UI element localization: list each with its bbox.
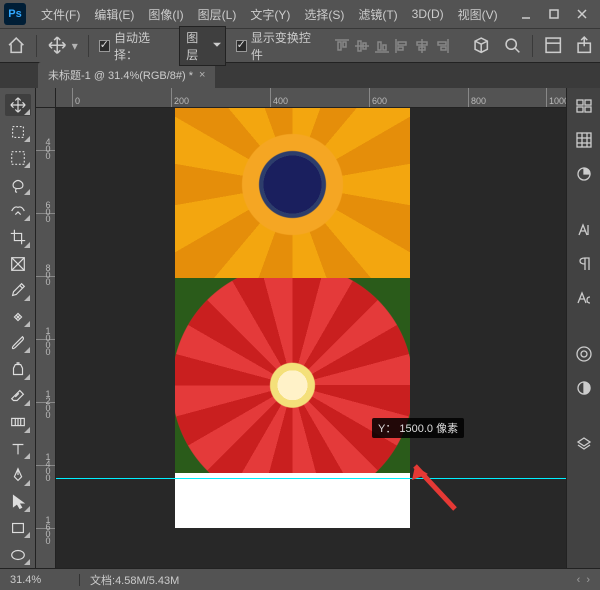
menu-3d[interactable]: 3D(D) (405, 7, 451, 21)
menu-image[interactable]: 图像(I) (141, 6, 190, 23)
share-icon[interactable] (574, 35, 594, 57)
canvas[interactable] (175, 108, 410, 528)
menu-edit[interactable]: 编辑(E) (87, 6, 141, 23)
menu-layer[interactable]: 图层(L) (191, 6, 244, 23)
align-right-icon[interactable] (433, 37, 451, 55)
layers-panel-icon[interactable] (574, 434, 594, 454)
type-tool[interactable] (5, 438, 31, 460)
crop-tool[interactable] (5, 226, 31, 248)
align-vcenter-icon[interactable] (353, 37, 371, 55)
frame-tool[interactable] (5, 253, 31, 275)
divider (36, 35, 37, 57)
document-tab-title: 未标题-1 @ 31.4%(RGB/8#) * (48, 67, 193, 83)
paragraph-panel-icon[interactable] (574, 254, 594, 274)
align-top-icon[interactable] (333, 37, 351, 55)
marquee-tool[interactable] (5, 147, 31, 169)
libraries-panel-icon[interactable] (574, 344, 594, 364)
align-hcenter-icon[interactable] (413, 37, 431, 55)
align-bottom-icon[interactable] (373, 37, 391, 55)
workspace-icon[interactable] (543, 35, 563, 57)
search-icon[interactable] (502, 35, 522, 57)
lasso-tool[interactable] (5, 173, 31, 195)
quick-select-tool[interactable] (5, 200, 31, 222)
clone-tool[interactable] (5, 358, 31, 380)
window-maximize[interactable] (542, 4, 566, 24)
align-left-icon[interactable] (393, 37, 411, 55)
ellipse-tool[interactable] (5, 543, 31, 565)
toolbox (0, 88, 36, 568)
move-tool-icon[interactable] (47, 35, 67, 57)
show-transform-checkbox[interactable]: 显示变换控件 (236, 29, 318, 63)
status-bar: 31.4% 文档:4.58M/5.43M ‹ › (0, 568, 600, 590)
eraser-tool[interactable] (5, 385, 31, 407)
main-area: 400 600 800 1000 1200 1400 1600 0 200 40… (0, 88, 600, 568)
layer-type-dropdown[interactable]: 图层 (179, 26, 225, 66)
document-tab[interactable]: 未标题-1 @ 31.4%(RGB/8#) * × (38, 62, 215, 88)
doc-info-label: 文档: (90, 575, 115, 587)
window-close[interactable] (570, 4, 594, 24)
zoom-level[interactable]: 31.4% (0, 574, 80, 586)
close-icon[interactable]: × (199, 69, 205, 81)
glyphs-panel-icon[interactable] (574, 288, 594, 308)
3d-mode-icon[interactable] (471, 35, 491, 57)
divider (532, 35, 533, 57)
path-select-tool[interactable] (5, 491, 31, 513)
ruler-corner (36, 88, 56, 108)
rectangle-tool[interactable] (5, 517, 31, 539)
image-layer-2 (175, 278, 410, 473)
move-tool-chevron-icon[interactable]: ▾ (72, 39, 78, 53)
chevron-left-icon[interactable]: ‹ (577, 574, 581, 586)
menu-view[interactable]: 视图(V) (451, 6, 505, 23)
character-panel-icon[interactable] (574, 220, 594, 240)
menubar: Ps 文件(F) 编辑(E) 图像(I) 图层(L) 文字(Y) 选择(S) 滤… (0, 0, 600, 28)
image-layer-1 (175, 108, 410, 278)
canvas-viewport[interactable]: Y： 1500.0 像素 (56, 108, 566, 568)
history-panel-icon[interactable] (574, 96, 594, 116)
adjustments-panel-icon[interactable] (574, 378, 594, 398)
menu-filter[interactable]: 滤镜(T) (351, 6, 404, 23)
guide-line[interactable] (56, 478, 566, 479)
vertical-ruler[interactable]: 400 600 800 1000 1200 1400 1600 (36, 108, 56, 568)
pen-tool[interactable] (5, 464, 31, 486)
move-tool[interactable] (5, 94, 31, 116)
options-bar: ▾ 自动选择： 图层 显示变换控件 (0, 28, 600, 62)
swatches-panel-icon[interactable] (574, 164, 594, 184)
document-info[interactable]: 文档:4.58M/5.43M (80, 572, 189, 588)
chevron-right-icon[interactable]: › (586, 574, 590, 586)
eyedropper-tool[interactable] (5, 279, 31, 301)
divider (88, 35, 89, 57)
home-icon[interactable] (6, 35, 26, 57)
horizontal-ruler[interactable]: 0 200 400 600 800 1000 (56, 88, 566, 108)
auto-select-checkbox[interactable]: 自动选择： (99, 29, 170, 63)
show-transform-label: 显示变换控件 (251, 29, 318, 63)
checkbox-icon (99, 40, 110, 52)
properties-panel-icon[interactable] (574, 130, 594, 150)
healing-tool[interactable] (5, 306, 31, 328)
doc-info-value: 4.58M/5.43M (115, 575, 179, 587)
auto-select-label: 自动选择： (114, 29, 169, 63)
menu-type[interactable]: 文字(Y) (243, 6, 297, 23)
gradient-tool[interactable] (5, 411, 31, 433)
menu-select[interactable]: 选择(S) (297, 6, 351, 23)
coordinate-tooltip: Y： 1500.0 像素 (372, 418, 464, 438)
brush-tool[interactable] (5, 332, 31, 354)
panel-dock (566, 88, 600, 568)
checkbox-icon (236, 40, 247, 52)
menu-file[interactable]: 文件(F) (34, 6, 87, 23)
align-group (333, 37, 451, 55)
app-logo: Ps (4, 3, 26, 25)
artboard-tool[interactable] (5, 120, 31, 142)
window-minimize[interactable] (514, 4, 538, 24)
document-tab-bar: 未标题-1 @ 31.4%(RGB/8#) * × (0, 62, 600, 88)
status-nav: ‹ › (577, 574, 600, 586)
